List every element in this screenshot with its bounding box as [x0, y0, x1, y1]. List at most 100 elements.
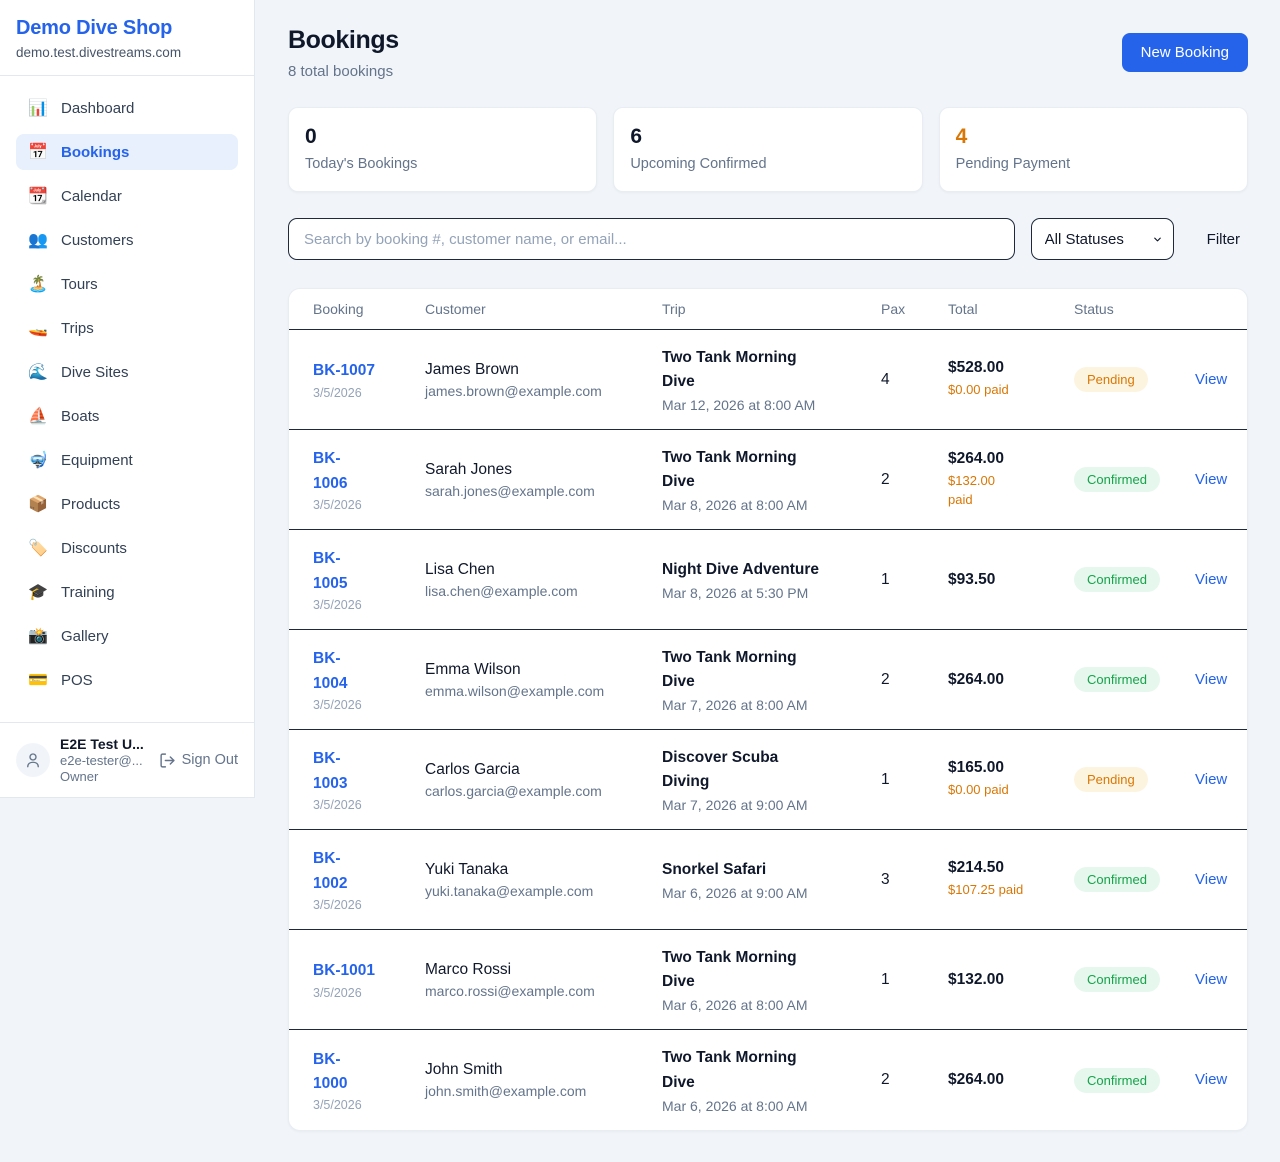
booking-id-link[interactable]: BK- 1000 — [313, 1048, 347, 1096]
sidebar-item-dive-sites[interactable]: 🌊Dive Sites — [16, 354, 238, 390]
actions-cell: View — [1195, 671, 1223, 689]
table-row: BK- 10003/5/2026John Smithjohn.smith@exa… — [289, 1030, 1247, 1130]
booking-cell: BK- 10033/5/2026 — [313, 747, 425, 811]
actions-cell: View — [1195, 971, 1223, 989]
trip-date: Mar 8, 2026 at 5:30 PM — [662, 585, 871, 601]
customer-email: john.smith@example.com — [425, 1083, 652, 1099]
customer-name: Lisa Chen — [425, 561, 652, 579]
sidebar-item-label: Bookings — [61, 144, 129, 161]
booking-id-link[interactable]: BK- 1005 — [313, 547, 347, 595]
table-row: BK- 10033/5/2026Carlos Garciacarlos.garc… — [289, 730, 1247, 830]
sidebar-item-tours[interactable]: 🏝️Tours — [16, 266, 238, 302]
view-link[interactable]: View — [1195, 971, 1227, 988]
booking-id-link[interactable]: BK- 1006 — [313, 447, 347, 495]
stat-card: 6Upcoming Confirmed — [613, 107, 922, 192]
total-amount: $264.00 — [948, 450, 1064, 468]
booking-id-link[interactable]: BK- 1002 — [313, 847, 347, 895]
total-cell: $264.00 $132.00 paid — [948, 450, 1074, 510]
customer-name: Emma Wilson — [425, 661, 652, 679]
customer-cell: Emma Wilson emma.wilson@example.com — [425, 661, 662, 699]
actions-cell: View — [1195, 571, 1223, 589]
bookings-table: BookingCustomerTripPaxTotalStatus BK-100… — [288, 288, 1248, 1131]
customer-name: John Smith — [425, 1061, 652, 1079]
search-input[interactable] — [288, 218, 1015, 260]
customer-cell: Marco Rossimarco.rossi@example.com — [425, 961, 662, 999]
sidebar-item-pos[interactable]: 💳 POS — [16, 662, 238, 698]
view-link[interactable]: View — [1195, 471, 1227, 488]
paid-amount: $132.00 paid — [948, 472, 1064, 510]
sign-out-button[interactable]: Sign Out — [159, 752, 238, 769]
sidebar-item-dashboard[interactable]: 📊Dashboard — [16, 90, 238, 126]
island-icon: 🏝️ — [28, 274, 48, 294]
customer-cell: Sarah Jonessarah.jones@example.com — [425, 461, 662, 499]
total-cell: $93.50 — [948, 571, 1074, 589]
trip-name: Two Tank Morning Dive — [662, 446, 871, 494]
customer-name: James Brown — [425, 361, 652, 379]
customer-name: Marco Rossi — [425, 961, 652, 979]
customer-email: carlos.garcia@example.com — [425, 783, 652, 799]
credit-card-icon: 💳 — [28, 670, 48, 690]
customer-email: james.brown@example.com — [425, 383, 652, 399]
column-header: Total — [948, 301, 1074, 317]
view-link[interactable]: View — [1195, 571, 1227, 588]
sidebar-item-label: Calendar — [61, 188, 122, 205]
booking-date: 3/5/2026 — [313, 598, 415, 612]
sidebar-item-calendar[interactable]: 📆Calendar — [16, 178, 238, 214]
pax-value: 1 — [881, 571, 948, 589]
status-select[interactable]: All Statuses — [1031, 218, 1174, 260]
column-header: Status — [1074, 301, 1195, 317]
total-amount: $528.00 — [948, 359, 1064, 377]
status-badge: Confirmed — [1074, 467, 1160, 492]
column-header: Booking — [313, 301, 425, 317]
sidebar-item-customers[interactable]: 👥Customers — [16, 222, 238, 258]
trip-cell: Snorkel SafariMar 6, 2026 at 9:00 AM — [662, 858, 881, 901]
filter-button[interactable]: Filter — [1199, 223, 1248, 256]
sidebar-item-label: Dashboard — [61, 100, 134, 117]
pax-value: 3 — [881, 871, 948, 889]
sidebar-item-products[interactable]: 📦Products — [16, 486, 238, 522]
status-cell: Confirmed — [1074, 967, 1195, 992]
view-link[interactable]: View — [1195, 671, 1227, 688]
pax-value: 2 — [881, 1071, 948, 1089]
sidebar-item-label: POS — [61, 672, 93, 689]
trip-cell: Night Dive AdventureMar 8, 2026 at 5:30 … — [662, 558, 881, 601]
status-cell: Confirmed — [1074, 867, 1195, 892]
booking-cell: BK-10013/5/2026 — [313, 959, 425, 999]
table-row: BK- 10043/5/2026Emma Wilsonemma.wilson@e… — [289, 630, 1247, 730]
booking-id-link[interactable]: BK- 1003 — [313, 747, 347, 795]
sidebar-item-trips[interactable]: 🚤Trips — [16, 310, 238, 346]
sidebar-item-equipment[interactable]: 🤿Equipment — [16, 442, 238, 478]
customer-email: emma.wilson@example.com — [425, 683, 652, 699]
column-header: Trip — [662, 301, 881, 317]
total-amount: $264.00 — [948, 671, 1064, 689]
view-link[interactable]: View — [1195, 371, 1227, 388]
trip-name: Snorkel Safari — [662, 858, 871, 882]
sidebar-item-label: Gallery — [61, 628, 109, 645]
sidebar-item-bookings[interactable]: 📅Bookings — [16, 134, 238, 170]
paid-amount: $0.00 paid — [948, 381, 1064, 400]
stat-label: Pending Payment — [956, 156, 1231, 172]
total-cell: $528.00 $0.00 paid — [948, 359, 1074, 400]
status-cell: Confirmed — [1074, 467, 1195, 492]
sidebar-item-training[interactable]: 🎓Training — [16, 574, 238, 610]
customer-email: sarah.jones@example.com — [425, 483, 652, 499]
booking-cell: BK- 1005 3/5/2026 — [313, 547, 425, 611]
camera-icon: 📸 — [28, 626, 48, 646]
total-amount: $93.50 — [948, 571, 1064, 589]
actions-cell: View — [1195, 1071, 1223, 1089]
view-link[interactable]: View — [1195, 871, 1227, 888]
view-link[interactable]: View — [1195, 1071, 1227, 1088]
booking-id-link[interactable]: BK- 1004 — [313, 647, 347, 695]
booking-id-link[interactable]: BK-1007 — [313, 359, 375, 383]
status-badge: Pending — [1074, 767, 1148, 792]
sidebar-item-gallery[interactable]: 📸 Gallery — [16, 618, 238, 654]
total-amount: $264.00 — [948, 1071, 1064, 1089]
page-title: Bookings — [288, 26, 399, 55]
trip-cell: Two Tank Morning DiveMar 6, 2026 at 8:00… — [662, 946, 881, 1013]
status-badge: Pending — [1074, 367, 1148, 392]
new-booking-button[interactable]: New Booking — [1122, 33, 1248, 72]
sidebar-item-boats[interactable]: ⛵Boats — [16, 398, 238, 434]
sidebar-item-discounts[interactable]: 🏷️Discounts — [16, 530, 238, 566]
booking-id-link[interactable]: BK-1001 — [313, 959, 375, 983]
view-link[interactable]: View — [1195, 771, 1227, 788]
